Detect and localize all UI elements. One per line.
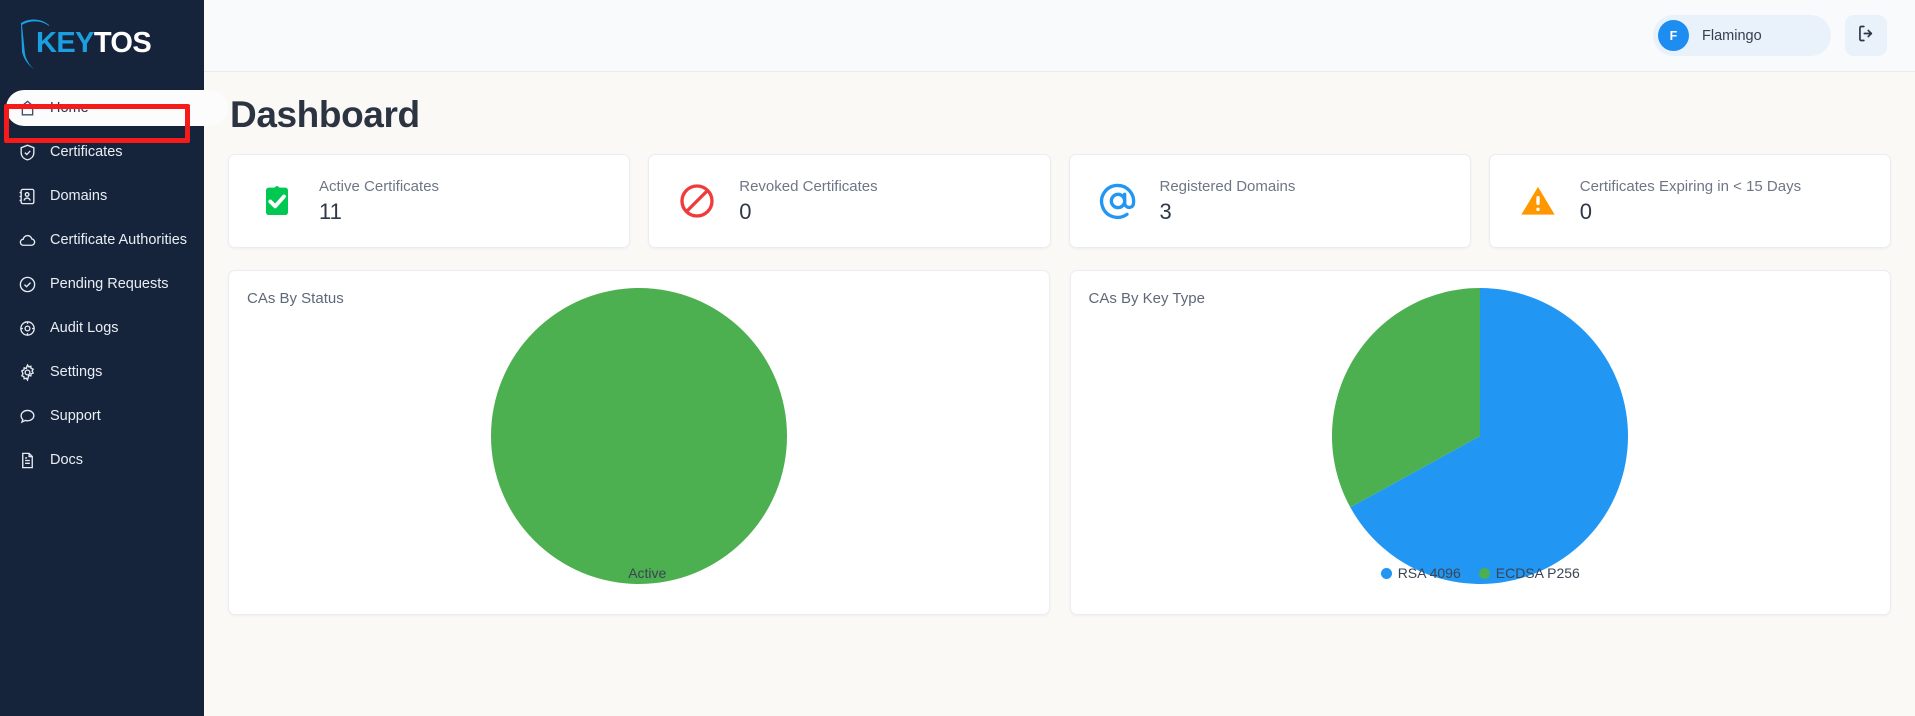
sidebar-item-label: Pending Requests [50, 276, 169, 292]
dashboard-content: Dashboard Active Certificates 11 Revoked… [204, 72, 1915, 615]
sidebar-item-settings[interactable]: Settings [0, 354, 204, 390]
legend-label: ECDSA P256 [1495, 565, 1580, 581]
stat-value: 0 [739, 198, 752, 224]
legend-item[interactable]: Active [611, 565, 666, 581]
stat-value: 11 [319, 198, 342, 224]
user-menu[interactable]: F Flamingo [1653, 15, 1831, 56]
home-icon [18, 99, 37, 118]
user-name: Flamingo [1702, 27, 1762, 44]
stat-label: Active Certificates [319, 177, 440, 195]
legend-label: Active [628, 565, 667, 581]
stat-label: Revoked Certificates [739, 177, 878, 195]
pie-chart-cas-by-key-type[interactable] [1071, 288, 1891, 584]
sidebar: KEYTOS Home Certificates Domains Certifi… [0, 0, 228, 716]
stat-card-certificates-expiring[interactable]: Certificates Expiring in < 15 Days 0 [1488, 154, 1891, 248]
no-entry-icon [675, 179, 719, 223]
sidebar-item-label: Certificates [50, 144, 123, 160]
sidebar-item-audit-logs[interactable]: Audit Logs [0, 310, 204, 346]
logout-icon [1856, 23, 1877, 49]
pie-chart-cas-by-status[interactable] [229, 288, 1049, 584]
sidebar-item-label: Settings [50, 364, 103, 380]
legend-item[interactable]: RSA 4096 [1380, 565, 1461, 581]
chart-legend: Active [229, 565, 1049, 581]
logo-text-tos: TOS [93, 26, 152, 59]
cloud-icon [18, 231, 37, 250]
chart-card-cas-by-status: CAs By Status Active [228, 270, 1050, 615]
sidebar-item-label: Certificate Authorities [50, 232, 188, 248]
sidebar-item-label: Support [50, 408, 101, 424]
legend-color-swatch [1380, 567, 1392, 579]
stat-card-active-certificates[interactable]: Active Certificates 11 [228, 154, 631, 248]
legend-label: RSA 4096 [1397, 565, 1461, 581]
sidebar-item-pending-requests[interactable]: Pending Requests [0, 266, 204, 302]
topbar: F Flamingo [204, 0, 1915, 72]
compass-icon [18, 319, 37, 338]
stat-value: 3 [1159, 198, 1172, 224]
stat-label: Registered Domains [1159, 177, 1296, 195]
sidebar-item-label: Docs [50, 452, 84, 468]
sidebar-nav: Home Certificates Domains Certificate Au… [0, 90, 228, 478]
document-icon [18, 451, 37, 470]
brand-logo[interactable]: KEYTOS [0, 0, 204, 86]
chat-bubble-icon [18, 407, 37, 426]
legend-item[interactable]: ECDSA P256 [1478, 565, 1580, 581]
sidebar-item-label: Home [50, 100, 89, 116]
gear-icon [18, 363, 37, 382]
stat-value: 0 [1579, 198, 1592, 224]
logout-button[interactable] [1845, 15, 1887, 56]
chart-legend: RSA 4096 ECDSA P256 [1071, 565, 1891, 581]
sidebar-item-domains[interactable]: Domains [0, 178, 204, 214]
charts-row: CAs By Status Active CAs By Key Type RSA… [228, 270, 1891, 615]
avatar: F [1658, 20, 1689, 51]
page-title: Dashboard [230, 94, 420, 135]
sidebar-item-support[interactable]: Support [0, 398, 204, 434]
main-area: F Flamingo Dashboard Active Certificates… [204, 0, 1915, 716]
legend-color-swatch [1478, 567, 1490, 579]
sidebar-item-label: Domains [50, 188, 108, 204]
sidebar-item-certificates[interactable]: Certificates [0, 134, 204, 170]
sidebar-item-docs[interactable]: Docs [0, 442, 204, 478]
sidebar-item-home[interactable]: Home [6, 90, 228, 126]
app-root: KEYTOS Home Certificates Domains Certifi… [0, 0, 1915, 716]
stat-card-revoked-certificates[interactable]: Revoked Certificates 0 [648, 154, 1051, 248]
at-sign-icon [1096, 179, 1140, 223]
stats-row: Active Certificates 11 Revoked Certifica… [228, 154, 1891, 248]
stat-label: Certificates Expiring in < 15 Days [1579, 177, 1802, 195]
shield-icon [15, 14, 55, 77]
check-circle-icon [18, 275, 37, 294]
sidebar-item-certificate-authorities[interactable]: Certificate Authorities [0, 222, 204, 258]
clipboard-check-icon [255, 179, 299, 223]
stat-card-registered-domains[interactable]: Registered Domains 3 [1068, 154, 1471, 248]
sidebar-item-label: Audit Logs [50, 320, 119, 336]
contact-card-icon [18, 187, 37, 206]
shield-check-icon [18, 143, 37, 162]
chart-card-cas-by-key-type: CAs By Key Type RSA 4096 ECDSA P256 [1069, 270, 1891, 615]
legend-color-swatch [611, 567, 623, 579]
warning-triangle-icon [1516, 179, 1560, 223]
